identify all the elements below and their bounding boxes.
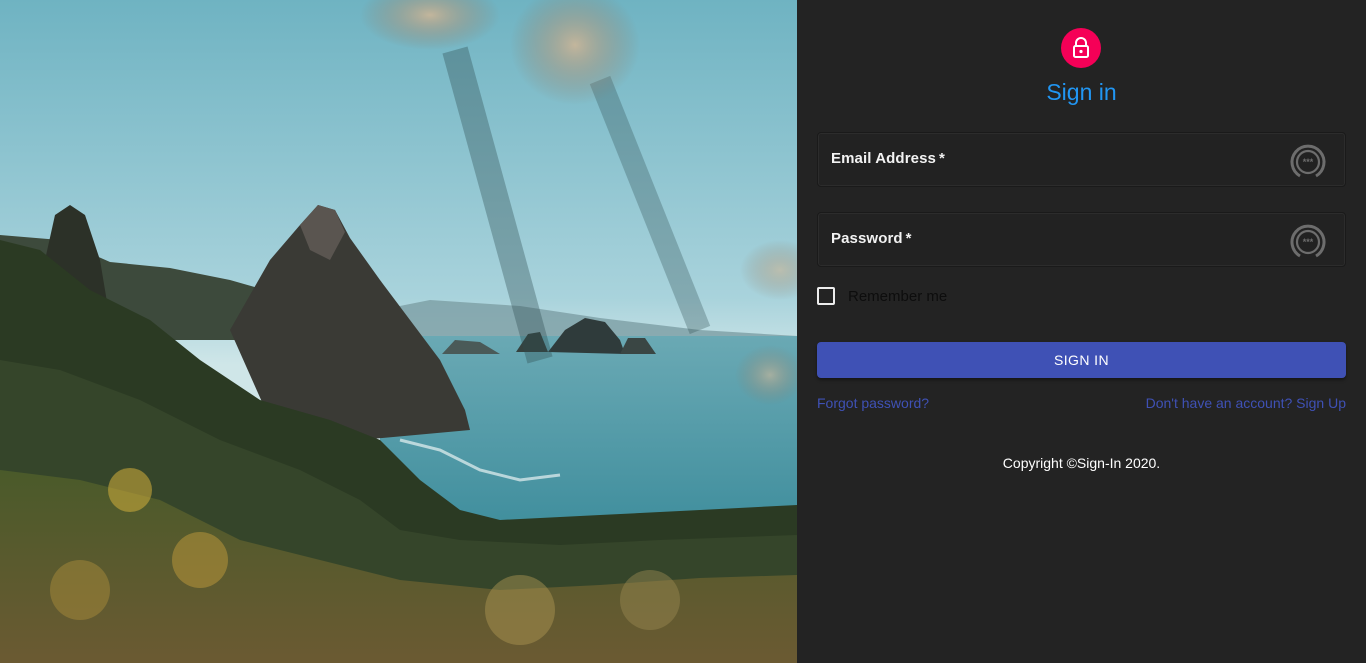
remember-me-checkbox[interactable] (817, 287, 835, 305)
svg-text:***: *** (1303, 157, 1314, 167)
email-required-mark: * (938, 150, 945, 167)
email-label-text: Email Address (831, 150, 936, 167)
remember-me-label: Remember me (848, 287, 948, 305)
email-label: Email Address * (831, 150, 945, 167)
password-manager-icon[interactable]: *** (1287, 141, 1329, 183)
coastal-landscape-image (0, 0, 797, 663)
sign-up-link[interactable]: Don't have an account? Sign Up (1146, 395, 1346, 411)
email-field[interactable]: Email Address * *** (817, 132, 1346, 187)
svg-text:***: *** (1303, 237, 1314, 247)
page-title: Sign in (1046, 79, 1117, 105)
lock-avatar (1061, 28, 1101, 68)
password-label-text: Password (831, 230, 903, 247)
password-required-mark: * (905, 230, 912, 247)
forgot-password-link[interactable]: Forgot password? (817, 395, 929, 411)
sign-in-panel: Sign in Email Address * *** Password * ***… (797, 0, 1366, 663)
sign-in-button[interactable]: SIGN IN (817, 342, 1346, 378)
remember-me[interactable]: Remember me (817, 287, 947, 305)
password-manager-icon[interactable]: *** (1287, 221, 1329, 263)
copyright-text: Copyright ©Sign-In 2020. (1002, 455, 1161, 471)
hero-image (0, 0, 797, 663)
sign-in-page: Sign in Email Address * *** Password * ***… (0, 0, 1366, 663)
password-label: Password * (831, 230, 912, 247)
password-field[interactable]: Password * *** (817, 212, 1346, 267)
lock-icon (1073, 37, 1089, 58)
